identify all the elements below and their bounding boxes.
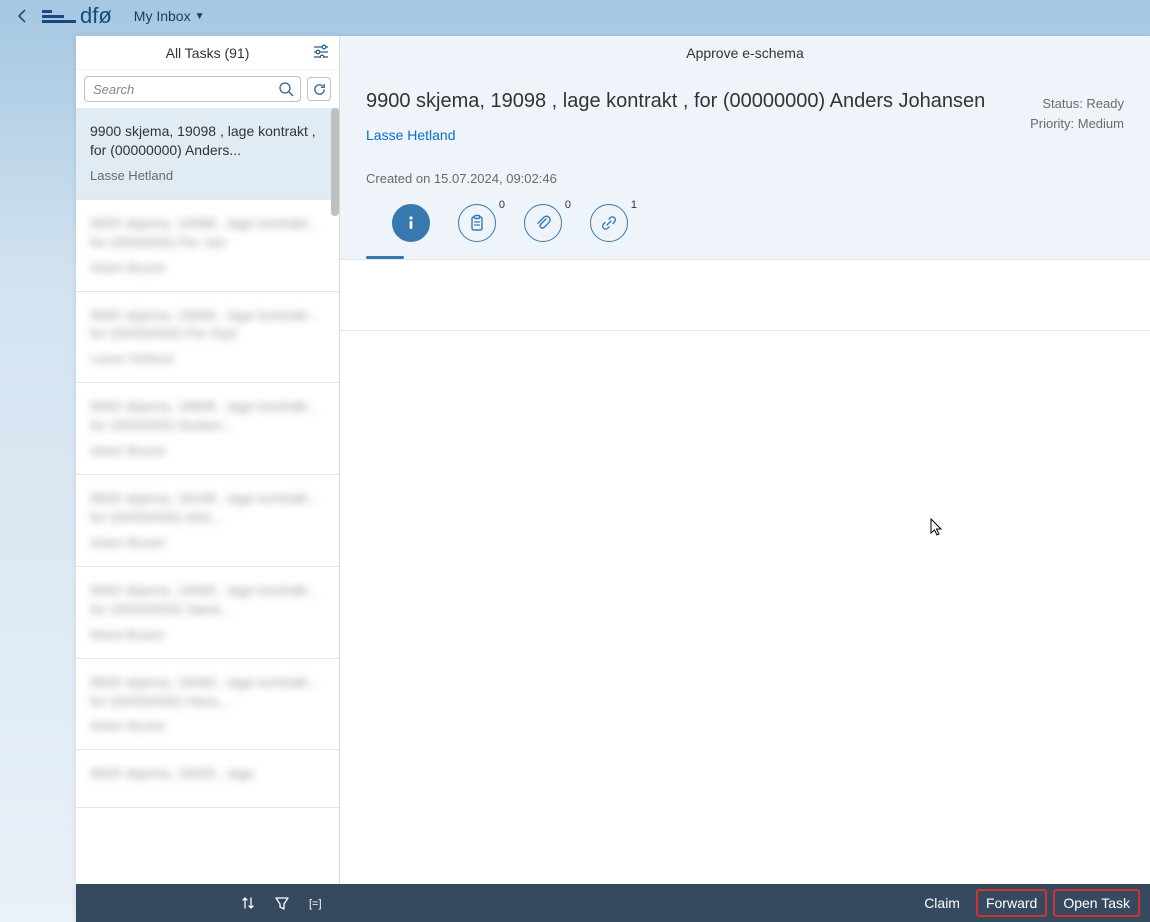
- task-item[interactable]: 9900 skjema, 18696 , lage kontrakt , for…: [76, 383, 339, 475]
- tab-info[interactable]: [392, 204, 430, 242]
- task-item[interactable]: 9900 skjema, 19094 , lage kontrakt , for…: [76, 292, 339, 384]
- refresh-button[interactable]: [307, 77, 331, 101]
- master-panel: All Tasks (91): [76, 36, 340, 922]
- sort-button[interactable]: [240, 895, 256, 911]
- task-item[interactable]: 9900 skjema, 18455 , lage: [76, 750, 339, 808]
- priority-label: Priority: Medium: [1030, 114, 1124, 134]
- detail-body: [340, 260, 1150, 922]
- status-label: Status: Ready: [1030, 94, 1124, 114]
- task-item[interactable]: 9900 skjema, 18460 , lage kontrakt , for…: [76, 659, 339, 751]
- task-sender: Maria Bryant: [90, 627, 325, 642]
- logo-text: dfø: [80, 3, 112, 29]
- search-input[interactable]: [85, 82, 300, 97]
- task-sender: Lasse Hetland: [90, 351, 325, 366]
- chevron-down-icon: ▼: [195, 11, 205, 22]
- logo-bars-icon: [42, 10, 76, 23]
- task-title: 9900 skjema, 18455 , lage: [90, 764, 325, 783]
- master-title: All Tasks (91): [166, 45, 250, 61]
- filter-icon: [274, 895, 290, 911]
- logo: dfø: [42, 3, 112, 29]
- task-sender: Adam Bryant: [90, 260, 325, 275]
- footer-bar: [=] Claim Forward Open Task: [76, 884, 1150, 922]
- task-title: 9900 skjema, 18460 , lage kontrakt , for…: [90, 581, 325, 619]
- search-field-wrap: [84, 76, 301, 102]
- tab-notes[interactable]: 0: [458, 204, 496, 242]
- task-item[interactable]: 9900 skjema, 19098 , lage kontrakt , for…: [76, 108, 339, 200]
- footer-right: Claim Forward Open Task: [340, 889, 1150, 917]
- attachments-badge: 0: [565, 199, 571, 211]
- task-title: 9900 skjema, 19098 , lage kontrakt , for…: [90, 122, 325, 160]
- sender-link[interactable]: Lasse Hetland: [366, 127, 456, 143]
- footer-left: [=]: [76, 895, 340, 911]
- tab-underline: [366, 256, 404, 259]
- group-button[interactable]: [=]: [308, 895, 326, 911]
- scrollbar-thumb[interactable]: [331, 108, 339, 216]
- info-icon: [402, 214, 420, 232]
- svg-text:[=]: [=]: [309, 898, 322, 910]
- sort-icon: [240, 895, 256, 911]
- master-header: All Tasks (91): [76, 36, 339, 70]
- nav-my-inbox[interactable]: My Inbox ▼: [134, 8, 205, 24]
- detail-header: Approve e-schema: [340, 36, 1150, 70]
- task-item[interactable]: 9900 skjema, 19088 , lage kontrakt , for…: [76, 200, 339, 292]
- detail-top: Approve e-schema 9900 skjema, 19098 , la…: [340, 36, 1150, 260]
- filter-button[interactable]: [274, 895, 290, 911]
- group-icon: [=]: [308, 895, 326, 911]
- back-button[interactable]: [12, 6, 32, 26]
- task-sender: Adam Bryant: [90, 443, 325, 458]
- paperclip-icon: [534, 214, 552, 232]
- app-container: All Tasks (91): [76, 36, 1150, 922]
- links-badge: 1: [631, 199, 637, 211]
- task-title: 9900 skjema, 19088 , lage kontrakt , for…: [90, 214, 325, 252]
- task-sender: Lasse Hetland: [90, 168, 325, 183]
- clipboard-icon: [468, 214, 486, 232]
- search-row: [76, 70, 339, 108]
- created-on-label: Created on 15.07.2024, 09:02:46: [366, 171, 1124, 186]
- task-title: 9900 skjema, 18460 , lage kontrakt , for…: [90, 673, 325, 711]
- nav-label: My Inbox: [134, 8, 191, 24]
- search-icon[interactable]: [278, 81, 294, 97]
- body-divider: [340, 330, 1150, 331]
- task-title: 9900 skjema, 18199 , lage kontrakt , for…: [90, 489, 325, 527]
- forward-button[interactable]: Forward: [976, 889, 1047, 917]
- task-item[interactable]: 9900 skjema, 18199 , lage kontrakt , for…: [76, 475, 339, 567]
- task-title: 9900 skjema, 19094 , lage kontrakt , for…: [90, 306, 325, 344]
- detail-panel: Approve e-schema 9900 skjema, 19098 , la…: [340, 36, 1150, 922]
- task-title: 9900 skjema, 18696 , lage kontrakt , for…: [90, 397, 325, 435]
- open-task-button[interactable]: Open Task: [1053, 889, 1140, 917]
- icon-tabs: 0 0 1: [366, 204, 1124, 242]
- chevron-left-icon: [17, 9, 27, 23]
- notes-badge: 0: [499, 199, 505, 211]
- claim-button[interactable]: Claim: [914, 889, 970, 917]
- task-list[interactable]: 9900 skjema, 19098 , lage kontrakt , for…: [76, 108, 339, 922]
- sliders-icon: [313, 44, 329, 58]
- filter-settings-button[interactable]: [313, 44, 329, 58]
- shell-bar: dfø My Inbox ▼: [0, 0, 1150, 32]
- link-icon: [600, 214, 618, 232]
- detail-title: 9900 skjema, 19098 , lage kontrakt , for…: [366, 90, 1124, 113]
- task-sender: Adam Bryant: [90, 535, 325, 550]
- detail-meta: Status: Ready Priority: Medium: [1030, 94, 1124, 133]
- detail-info: 9900 skjema, 19098 , lage kontrakt , for…: [340, 70, 1150, 250]
- task-sender: Adam Bryant: [90, 718, 325, 733]
- refresh-icon: [312, 82, 327, 97]
- tab-attachments[interactable]: 0: [524, 204, 562, 242]
- task-item[interactable]: 9900 skjema, 18460 , lage kontrakt , for…: [76, 567, 339, 659]
- tab-links[interactable]: 1: [590, 204, 628, 242]
